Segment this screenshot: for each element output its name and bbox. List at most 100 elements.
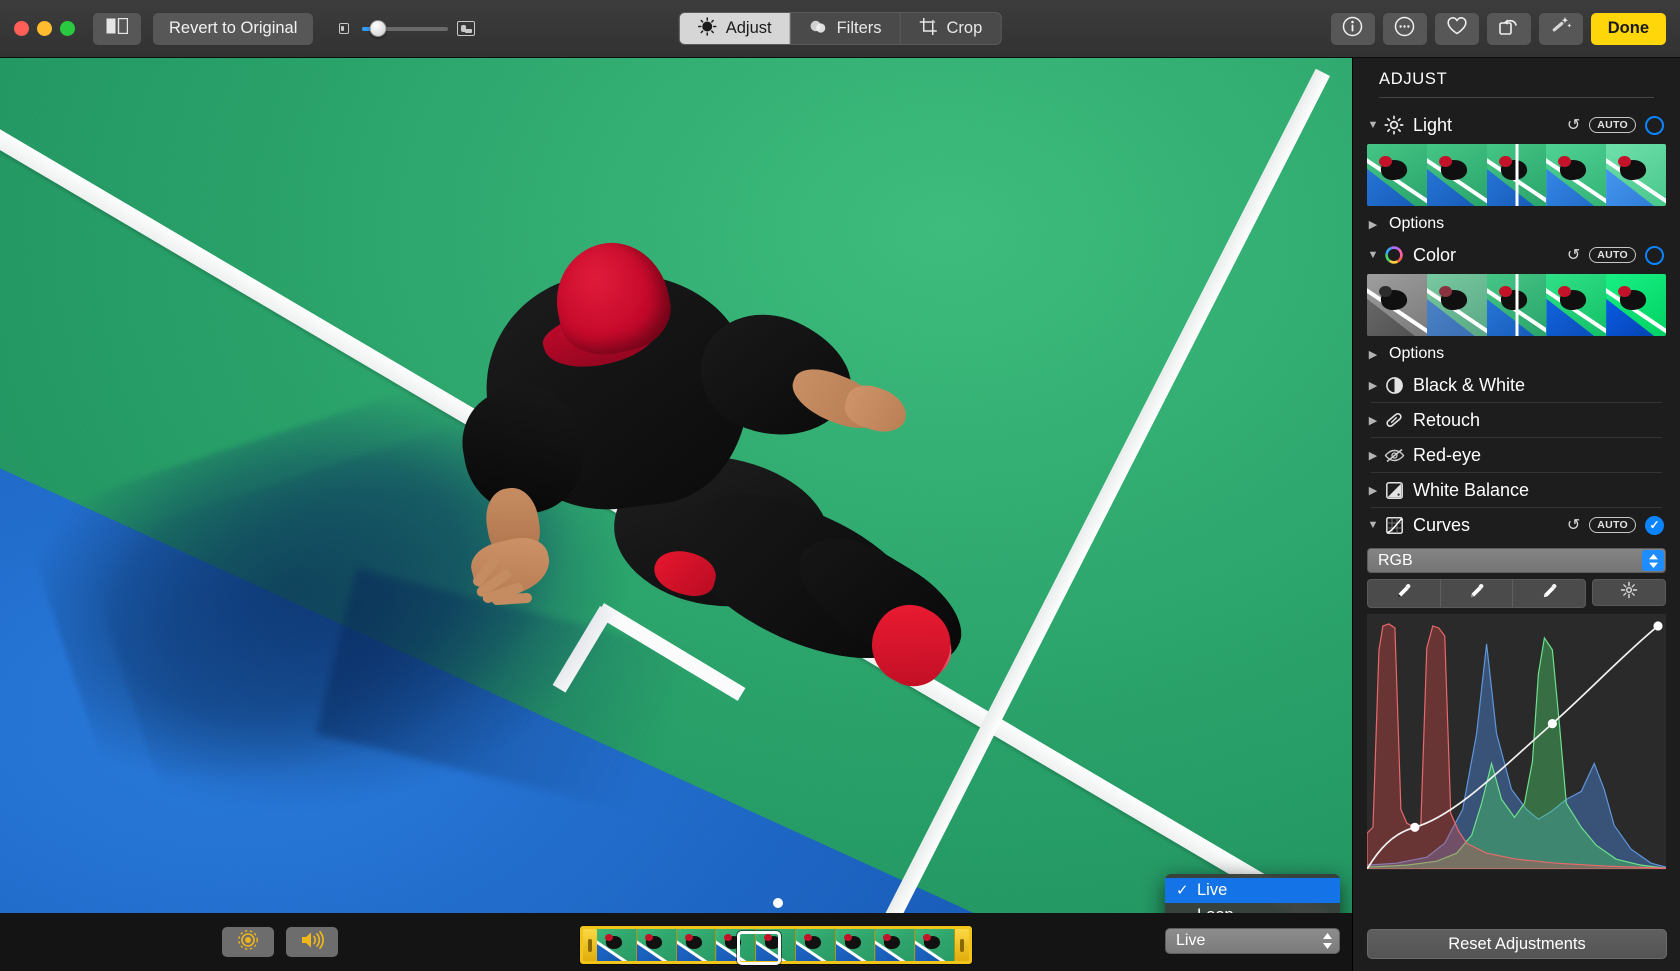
color-preview-thumb[interactable] [1546, 274, 1606, 336]
sidebar-item-color[interactable]: ▼ Color ↺ AUTO [1353, 238, 1680, 272]
live-photo-toggle-button[interactable] [222, 927, 274, 957]
light-preview-thumb[interactable] [1546, 144, 1606, 206]
list-item[interactable] [756, 929, 796, 961]
sidebar-item-red-eye[interactable]: ▶ Red-eye [1353, 438, 1680, 472]
color-value-marker[interactable] [1515, 274, 1518, 336]
zoom-in-icon[interactable] [457, 21, 475, 36]
light-options-row[interactable]: ▶ Options [1353, 210, 1680, 238]
live-photo-scrubber[interactable] [580, 918, 972, 964]
revert-curves-icon[interactable]: ↺ [1567, 515, 1580, 535]
scrubber-playhead[interactable] [773, 898, 783, 908]
sidebar-item-curves-label: Curves [1413, 515, 1567, 536]
reset-adjustments-button[interactable]: Reset Adjustments [1367, 929, 1667, 959]
filmstrip-frames[interactable] [597, 929, 955, 961]
color-enable-toggle[interactable] [1645, 246, 1664, 265]
chevron-down-icon[interactable]: ▼ [1365, 519, 1381, 531]
list-item[interactable] [597, 929, 637, 961]
chevron-right-icon[interactable]: ▶ [1365, 348, 1381, 361]
curves-channel-select[interactable]: RGB [1367, 548, 1666, 573]
light-preview-thumb[interactable] [1427, 144, 1487, 206]
list-item[interactable] [716, 929, 756, 961]
heart-icon [1446, 16, 1468, 41]
title-divider [1379, 97, 1654, 98]
done-button[interactable]: Done [1591, 13, 1666, 45]
menu-item-live[interactable]: ✓ Live [1165, 878, 1340, 903]
light-value-marker[interactable] [1515, 144, 1518, 206]
trim-handle-left[interactable] [583, 929, 597, 961]
favorite-button[interactable] [1435, 13, 1479, 45]
auto-color-button[interactable]: AUTO [1589, 247, 1636, 263]
revert-light-icon[interactable]: ↺ [1567, 115, 1580, 135]
chevron-right-icon[interactable]: ▶ [1365, 449, 1381, 462]
sidebar-item-light[interactable]: ▼ Light ↺ AUTO [1353, 108, 1680, 142]
zoom-out-icon[interactable] [335, 21, 353, 36]
color-preview-thumb[interactable] [1606, 274, 1666, 336]
minimize-window-button[interactable] [37, 21, 52, 36]
comment-button[interactable] [1383, 13, 1427, 45]
adjust-sidebar: ADJUST ▼ Light ↺ AUTO [1352, 58, 1680, 971]
filmstrip-track[interactable] [580, 926, 972, 964]
zoom-slider-control[interactable] [335, 21, 475, 36]
list-item[interactable] [677, 929, 717, 961]
close-window-button[interactable] [14, 21, 29, 36]
chevron-right-icon[interactable]: ▶ [1365, 484, 1381, 497]
light-thumbnail-strip[interactable] [1367, 144, 1666, 206]
curves-histogram-graph[interactable] [1367, 614, 1666, 870]
color-preview-thumb[interactable] [1367, 274, 1427, 336]
sidebar-item-curves[interactable]: ▼ Curves ↺ AUTO ✓ [1353, 508, 1680, 542]
stepper-updown-icon[interactable] [1322, 933, 1333, 949]
maximize-window-button[interactable] [60, 21, 75, 36]
live-photo-mode-select[interactable]: Live [1165, 928, 1340, 954]
sidebar-item-black-and-white[interactable]: ▶ Black & White [1353, 368, 1680, 402]
info-button[interactable] [1331, 13, 1375, 45]
zoom-slider-track[interactable] [362, 27, 448, 31]
chevron-down-icon[interactable]: ▼ [1365, 119, 1381, 131]
list-item[interactable] [915, 929, 955, 961]
tab-filters-label: Filters [837, 19, 882, 38]
light-preview-thumb[interactable] [1367, 144, 1427, 206]
white-point-eyedropper-button[interactable] [1513, 580, 1585, 607]
light-preview-thumb[interactable] [1606, 144, 1666, 206]
tab-filters[interactable]: Filters [791, 13, 901, 44]
chevron-right-icon[interactable]: ▶ [1365, 218, 1381, 231]
filters-circles-icon [809, 18, 828, 40]
auto-curves-button[interactable]: AUTO [1589, 517, 1636, 533]
zoom-slider-knob[interactable] [369, 20, 386, 37]
light-enable-toggle[interactable] [1645, 116, 1664, 135]
tab-adjust[interactable]: Adjust [680, 13, 791, 44]
gray-point-eyedropper-button[interactable] [1441, 580, 1514, 607]
tab-crop[interactable]: Crop [901, 13, 1001, 44]
color-thumbnail-strip[interactable] [1367, 274, 1666, 336]
black-point-eyedropper-button[interactable] [1368, 580, 1441, 607]
tab-crop-label: Crop [947, 19, 983, 38]
photo-canvas[interactable]: ✓ Live Loop Bounce Long Exposure [0, 58, 1352, 913]
menu-item-loop[interactable]: Loop [1165, 903, 1340, 913]
chevron-right-icon[interactable]: ▶ [1365, 379, 1381, 392]
rotate-button[interactable] [1487, 13, 1531, 45]
list-item[interactable] [875, 929, 915, 961]
curve-control-point [1410, 823, 1419, 832]
color-options-row[interactable]: ▶ Options [1353, 340, 1680, 368]
list-item[interactable] [637, 929, 677, 961]
compare-original-button[interactable] [93, 13, 141, 45]
list-item[interactable] [796, 929, 836, 961]
auto-point-button[interactable] [1592, 579, 1666, 606]
enhance-button[interactable] [1539, 13, 1583, 45]
sidebar-item-white-balance[interactable]: ▶ White Balance [1353, 473, 1680, 507]
curves-enable-toggle[interactable]: ✓ [1645, 516, 1664, 535]
revert-color-icon[interactable]: ↺ [1567, 245, 1580, 265]
edit-mode-tabs: Adjust Filters [679, 12, 1002, 45]
crop-frame-icon [919, 17, 938, 41]
curve-control-point [1548, 719, 1557, 728]
auto-light-button[interactable]: AUTO [1589, 117, 1636, 133]
revert-to-original-button[interactable]: Revert to Original [153, 13, 313, 45]
trim-handle-right[interactable] [955, 929, 969, 961]
color-preview-thumb[interactable] [1427, 274, 1487, 336]
chevron-right-icon[interactable]: ▶ [1365, 414, 1381, 427]
audio-toggle-button[interactable] [286, 927, 338, 957]
chevron-down-icon[interactable]: ▼ [1365, 249, 1381, 261]
chevron-updown-icon[interactable] [1642, 550, 1664, 571]
list-item[interactable] [836, 929, 876, 961]
sidebar-item-retouch[interactable]: ▶ Retouch [1353, 403, 1680, 437]
live-photo-mode-menu[interactable]: ✓ Live Loop Bounce Long Exposure [1165, 874, 1340, 913]
